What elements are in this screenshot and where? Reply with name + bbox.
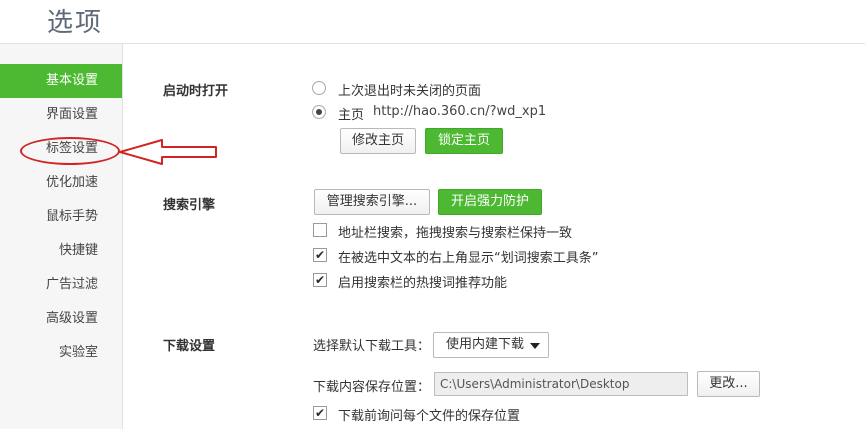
manage-search-engines-button[interactable]: 管理搜索引擎...	[314, 189, 430, 215]
startup-homepage-label: 主页	[338, 108, 365, 123]
annotation-ellipse	[20, 137, 120, 165]
sidebar-item-ad-filter[interactable]: 广告过滤	[0, 268, 122, 302]
save-location-field[interactable]: C:\Users\Administrator\Desktop	[434, 372, 688, 396]
download-tool-value: 使用内建下载	[446, 337, 525, 352]
search-section-title: 搜索引擎	[163, 198, 216, 213]
sidebar-item-optimize[interactable]: 优化加速	[0, 166, 122, 200]
download-tool-label: 选择默认下载工具：	[313, 339, 431, 354]
sidebar-item-advanced[interactable]: 高级设置	[0, 302, 122, 336]
annotation-arrow-icon	[119, 139, 217, 165]
address-bar-search-label: 地址栏搜索，拖拽搜索与搜索栏保持一致	[338, 226, 573, 241]
sidebar-item-basic-settings[interactable]: 基本设置	[0, 64, 122, 98]
address-bar-search-checkbox[interactable]	[313, 223, 327, 237]
selection-search-toolbar-label: 在被选中文本的右上角显示“划词搜索工具条”	[338, 251, 599, 266]
chevron-down-icon	[530, 343, 540, 349]
hot-search-recommend-checkbox[interactable]: ✔	[313, 273, 327, 287]
save-location-label: 下载内容保存位置：	[313, 380, 431, 395]
download-tool-select[interactable]: 使用内建下载	[433, 332, 549, 358]
header-divider	[0, 43, 865, 44]
enable-protection-button[interactable]: 开启强力防护	[438, 189, 542, 215]
hot-search-recommend-label: 启用搜索栏的热搜词推荐功能	[338, 276, 508, 291]
startup-last-session-label: 上次退出时未关闭的页面	[338, 84, 482, 99]
sidebar-item-shortcuts[interactable]: 快捷键	[0, 234, 122, 268]
startup-section-title: 启动时打开	[163, 84, 229, 99]
change-location-button[interactable]: 更改...	[697, 371, 760, 397]
sidebar-item-interface-settings[interactable]: 界面设置	[0, 98, 122, 132]
lock-homepage-button[interactable]: 锁定主页	[425, 128, 503, 154]
ask-save-location-checkbox[interactable]: ✔	[313, 406, 327, 420]
ask-save-location-label: 下载前询问每个文件的保存位置	[338, 409, 521, 424]
sidebar-item-lab[interactable]: 实验室	[0, 336, 122, 370]
startup-last-session-radio[interactable]	[312, 81, 326, 95]
sidebar-item-mouse-gestures[interactable]: 鼠标手势	[0, 200, 122, 234]
download-section-title: 下载设置	[163, 339, 216, 354]
page-title: 选项	[47, 8, 104, 38]
selection-search-toolbar-checkbox[interactable]: ✔	[313, 248, 327, 262]
homepage-url: http://hao.360.cn/?wd_xp1	[373, 104, 547, 119]
startup-homepage-radio[interactable]	[312, 105, 326, 119]
modify-homepage-button[interactable]: 修改主页	[340, 128, 416, 154]
